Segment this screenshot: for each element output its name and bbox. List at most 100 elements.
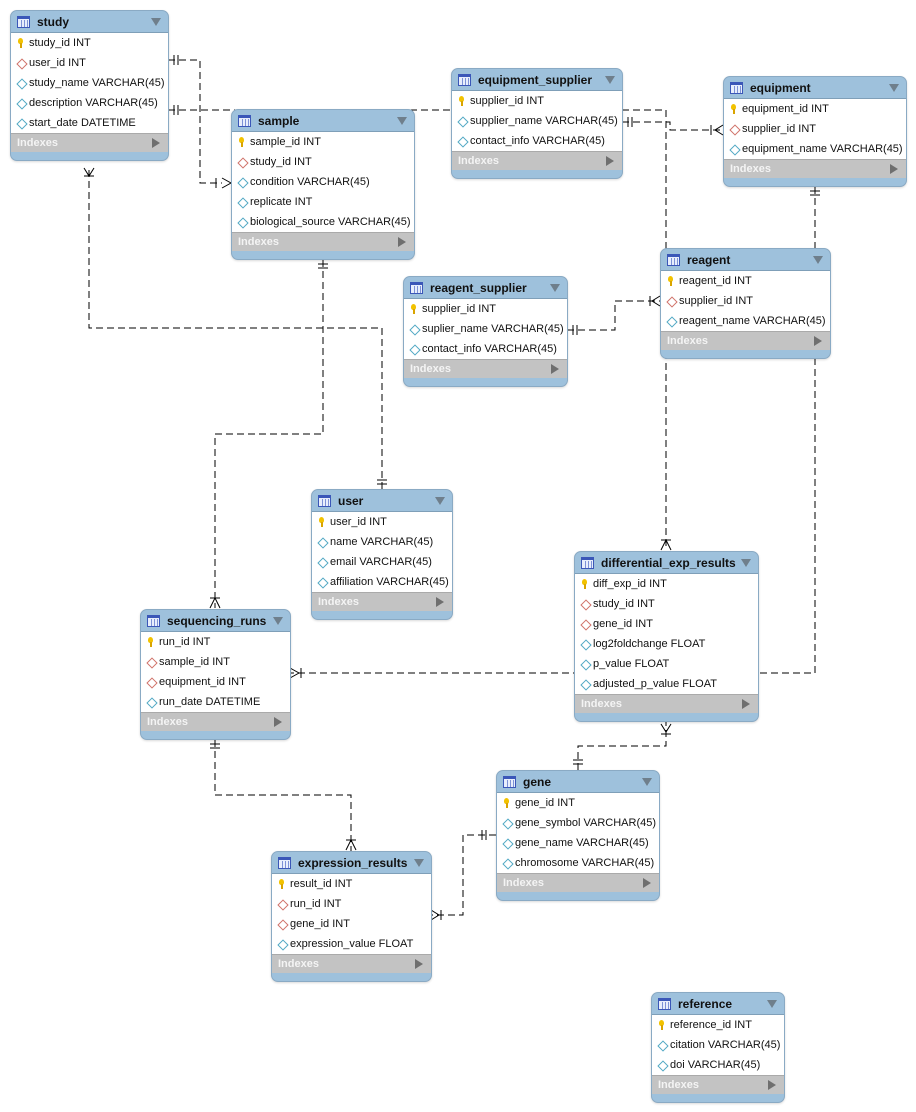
expand-arrow-icon[interactable]	[606, 156, 614, 166]
table-expression-results[interactable]: expression_results result_id INT run_id …	[271, 851, 432, 982]
column-row[interactable]: start_date DATETIME	[11, 113, 168, 133]
column-row[interactable]: replicate INT	[232, 192, 414, 212]
collapse-caret-icon[interactable]	[605, 76, 615, 84]
column-row[interactable]: gene_id INT	[575, 614, 758, 634]
collapse-caret-icon[interactable]	[813, 256, 823, 264]
column-row[interactable]: expression_value FLOAT	[272, 934, 431, 954]
column-row[interactable]: reagent_name VARCHAR(45)	[661, 311, 830, 331]
column-row[interactable]: equipment_name VARCHAR(45)	[724, 139, 906, 159]
table-study[interactable]: study study_id INT user_id INT study_nam…	[10, 10, 169, 161]
column-row[interactable]: adjusted_p_value FLOAT	[575, 674, 758, 694]
table-header[interactable]: equipment	[724, 77, 906, 98]
column-row[interactable]: supplier_id INT	[724, 119, 906, 139]
column-row[interactable]: gene_symbol VARCHAR(45)	[497, 813, 659, 833]
column-row[interactable]: user_id INT	[312, 512, 452, 532]
collapse-caret-icon[interactable]	[151, 18, 161, 26]
expand-arrow-icon[interactable]	[890, 164, 898, 174]
column-row[interactable]: suplier_name VARCHAR(45)	[404, 319, 567, 339]
indexes-section[interactable]: Indexes	[452, 151, 622, 170]
table-sequencing-runs[interactable]: sequencing_runs run_id INT sample_id INT…	[140, 609, 291, 740]
collapse-caret-icon[interactable]	[435, 497, 445, 505]
column-row[interactable]: user_id INT	[11, 53, 168, 73]
table-header[interactable]: sample	[232, 110, 414, 131]
column-row[interactable]: equipment_id INT	[724, 99, 906, 119]
table-reagent-supplier[interactable]: reagent_supplier supplier_id INT suplier…	[403, 276, 568, 387]
column-row[interactable]: email VARCHAR(45)	[312, 552, 452, 572]
column-row[interactable]: reagent_id INT	[661, 271, 830, 291]
indexes-section[interactable]: Indexes	[575, 694, 758, 713]
column-row[interactable]: supplier_id INT	[452, 91, 622, 111]
expand-arrow-icon[interactable]	[436, 597, 444, 607]
column-row[interactable]: name VARCHAR(45)	[312, 532, 452, 552]
column-row[interactable]: log2foldchange FLOAT	[575, 634, 758, 654]
column-row[interactable]: run_date DATETIME	[141, 692, 290, 712]
column-row[interactable]: result_id INT	[272, 874, 431, 894]
table-header[interactable]: reagent	[661, 249, 830, 270]
table-header[interactable]: equipment_supplier	[452, 69, 622, 90]
table-sample[interactable]: sample sample_id INT study_id INT condit…	[231, 109, 415, 260]
indexes-section[interactable]: Indexes	[661, 331, 830, 350]
collapse-caret-icon[interactable]	[767, 1000, 777, 1008]
expand-arrow-icon[interactable]	[274, 717, 282, 727]
table-header[interactable]: expression_results	[272, 852, 431, 873]
table-gene[interactable]: gene gene_id INT gene_symbol VARCHAR(45)…	[496, 770, 660, 901]
column-row[interactable]: run_id INT	[272, 894, 431, 914]
indexes-section[interactable]: Indexes	[11, 133, 168, 152]
expand-arrow-icon[interactable]	[814, 336, 822, 346]
table-equipment[interactable]: equipment equipment_id INT supplier_id I…	[723, 76, 907, 187]
column-row[interactable]: supplier_id INT	[404, 299, 567, 319]
column-row[interactable]: p_value FLOAT	[575, 654, 758, 674]
expand-arrow-icon[interactable]	[398, 237, 406, 247]
table-reagent[interactable]: reagent reagent_id INT supplier_id INT r…	[660, 248, 831, 359]
expand-arrow-icon[interactable]	[768, 1080, 776, 1090]
collapse-caret-icon[interactable]	[889, 84, 899, 92]
indexes-section[interactable]: Indexes	[724, 159, 906, 178]
column-row[interactable]: sample_id INT	[141, 652, 290, 672]
column-row[interactable]: sample_id INT	[232, 132, 414, 152]
column-row[interactable]: condition VARCHAR(45)	[232, 172, 414, 192]
column-row[interactable]: citation VARCHAR(45)	[652, 1035, 784, 1055]
table-header[interactable]: study	[11, 11, 168, 32]
collapse-caret-icon[interactable]	[642, 778, 652, 786]
column-row[interactable]: contact_info VARCHAR(45)	[452, 131, 622, 151]
collapse-caret-icon[interactable]	[397, 117, 407, 125]
table-differential-exp-results[interactable]: differential_exp_results diff_exp_id INT…	[574, 551, 759, 722]
table-header[interactable]: differential_exp_results	[575, 552, 758, 573]
table-header[interactable]: sequencing_runs	[141, 610, 290, 631]
column-row[interactable]: supplier_name VARCHAR(45)	[452, 111, 622, 131]
table-header[interactable]: reagent_supplier	[404, 277, 567, 298]
table-equipment-supplier[interactable]: equipment_supplier supplier_id INT suppl…	[451, 68, 623, 179]
column-row[interactable]: gene_id INT	[497, 793, 659, 813]
expand-arrow-icon[interactable]	[742, 699, 750, 709]
collapse-caret-icon[interactable]	[414, 859, 424, 867]
column-row[interactable]: study_id INT	[575, 594, 758, 614]
indexes-section[interactable]: Indexes	[652, 1075, 784, 1094]
indexes-section[interactable]: Indexes	[404, 359, 567, 378]
column-row[interactable]: doi VARCHAR(45)	[652, 1055, 784, 1075]
column-row[interactable]: study_id INT	[11, 33, 168, 53]
table-header[interactable]: reference	[652, 993, 784, 1014]
indexes-section[interactable]: Indexes	[312, 592, 452, 611]
column-row[interactable]: study_name VARCHAR(45)	[11, 73, 168, 93]
expand-arrow-icon[interactable]	[415, 959, 423, 969]
table-header[interactable]: gene	[497, 771, 659, 792]
table-user[interactable]: user user_id INT name VARCHAR(45) email …	[311, 489, 453, 620]
column-row[interactable]: chromosome VARCHAR(45)	[497, 853, 659, 873]
column-row[interactable]: gene_id INT	[272, 914, 431, 934]
collapse-caret-icon[interactable]	[550, 284, 560, 292]
column-row[interactable]: affiliation VARCHAR(45)	[312, 572, 452, 592]
column-row[interactable]: biological_source VARCHAR(45)	[232, 212, 414, 232]
indexes-section[interactable]: Indexes	[232, 232, 414, 251]
collapse-caret-icon[interactable]	[273, 617, 283, 625]
column-row[interactable]: run_id INT	[141, 632, 290, 652]
column-row[interactable]: gene_name VARCHAR(45)	[497, 833, 659, 853]
indexes-section[interactable]: Indexes	[497, 873, 659, 892]
column-row[interactable]: contact_info VARCHAR(45)	[404, 339, 567, 359]
table-header[interactable]: user	[312, 490, 452, 511]
column-row[interactable]: study_id INT	[232, 152, 414, 172]
collapse-caret-icon[interactable]	[741, 559, 751, 567]
table-reference[interactable]: reference reference_id INT citation VARC…	[651, 992, 785, 1103]
column-row[interactable]: equipment_id INT	[141, 672, 290, 692]
indexes-section[interactable]: Indexes	[141, 712, 290, 731]
column-row[interactable]: reference_id INT	[652, 1015, 784, 1035]
